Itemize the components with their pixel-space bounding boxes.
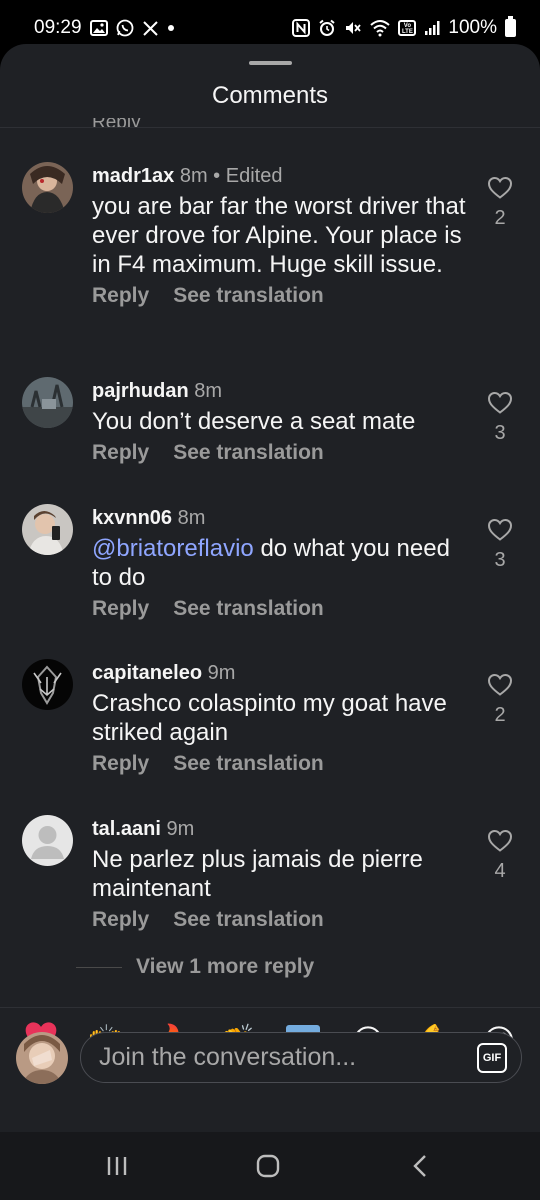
nfc-icon [292,19,311,37]
see-translation-button[interactable]: See translation [173,597,324,621]
mute-icon [344,19,362,37]
comment-username[interactable]: tal.aani [92,818,161,840]
navigation-bar [0,1132,540,1200]
reply-button[interactable]: Reply [92,597,149,621]
heart-icon[interactable] [487,518,513,547]
comment-meta: 9m [207,662,236,684]
volte-icon: Vo LTE [398,20,417,36]
comments-sheet: Comments Reply madr1ax 8m • Edited you a… [0,44,540,1132]
comment-text: Ne parlez plus jamais de pierre maintena… [92,846,423,902]
like-count: 4 [494,860,506,882]
alarm-icon [318,19,336,37]
comment-username[interactable]: kxvnn06 [92,507,172,529]
like-count: 2 [494,704,506,726]
like-count: 3 [494,549,506,571]
reply-button[interactable]: Reply [92,441,149,465]
comment-text: @briatoreflavio do what you need to do [92,535,450,591]
reply-button[interactable]: Reply [92,752,149,776]
like-count: 2 [494,207,506,229]
reply-button[interactable]: Reply [92,908,149,932]
emoji-bar-divider [0,1007,540,1008]
heart-icon[interactable] [487,673,513,702]
see-translation-button[interactable]: See translation [173,752,324,776]
sheet-title: Comments [211,82,329,109]
comment-meta: 8m • Edited [179,165,283,187]
reply-button[interactable]: Reply [92,284,149,308]
status-time: 09:29 [34,17,82,38]
battery-icon [505,16,516,37]
heart-icon[interactable] [487,176,513,205]
comment-username[interactable]: capitaneleo [92,662,202,684]
battery-percent: 100% [448,17,497,38]
heart-icon[interactable] [487,829,513,858]
comment-text: You don’t deserve a seat mate [92,408,416,435]
notification-dot-icon [167,24,175,32]
see-translation-button[interactable]: See translation [173,441,324,465]
x-icon [142,20,159,37]
default-avatar-icon[interactable] [22,815,73,866]
recents-icon[interactable] [97,1150,137,1182]
mention-link[interactable]: @briatoreflavio [92,535,254,562]
view-more-divider [76,966,122,968]
like-count: 3 [494,422,506,444]
drag-handle[interactable] [249,61,292,65]
wifi-icon [370,19,391,37]
comment-input[interactable] [99,1033,439,1082]
see-translation-button[interactable]: See translation [173,908,324,932]
back-icon[interactable] [400,1150,440,1182]
avatar[interactable] [22,504,73,555]
view-more-replies-label[interactable]: View 1 more reply [136,955,314,979]
comment-text: you are bar far the worst driver that ev… [92,193,466,278]
comment-composer: GIF [16,1032,522,1084]
heart-icon[interactable] [487,391,513,420]
comment-meta: 9m [166,818,195,840]
comment-username[interactable]: pajrhudan [92,380,189,402]
current-user-avatar[interactable] [16,1032,68,1084]
comment-text: Crashco colaspinto my goat have striked … [92,690,447,746]
avatar[interactable] [22,659,73,710]
comment-meta: 8m [194,380,223,402]
title-divider [0,127,540,128]
home-icon[interactable] [248,1150,288,1182]
comment-meta: 8m [177,507,206,529]
view-more-replies[interactable]: View 1 more reply [76,955,314,979]
comment-input-container: GIF [80,1032,522,1083]
signal-icon [424,20,440,36]
avatar[interactable] [22,377,73,428]
avatar[interactable] [22,162,73,213]
comment-username[interactable]: madr1ax [92,165,174,187]
gallery-icon [89,20,108,36]
gif-button[interactable]: GIF [477,1043,507,1073]
see-translation-button[interactable]: See translation [173,284,324,308]
whatsapp-icon [116,19,134,37]
